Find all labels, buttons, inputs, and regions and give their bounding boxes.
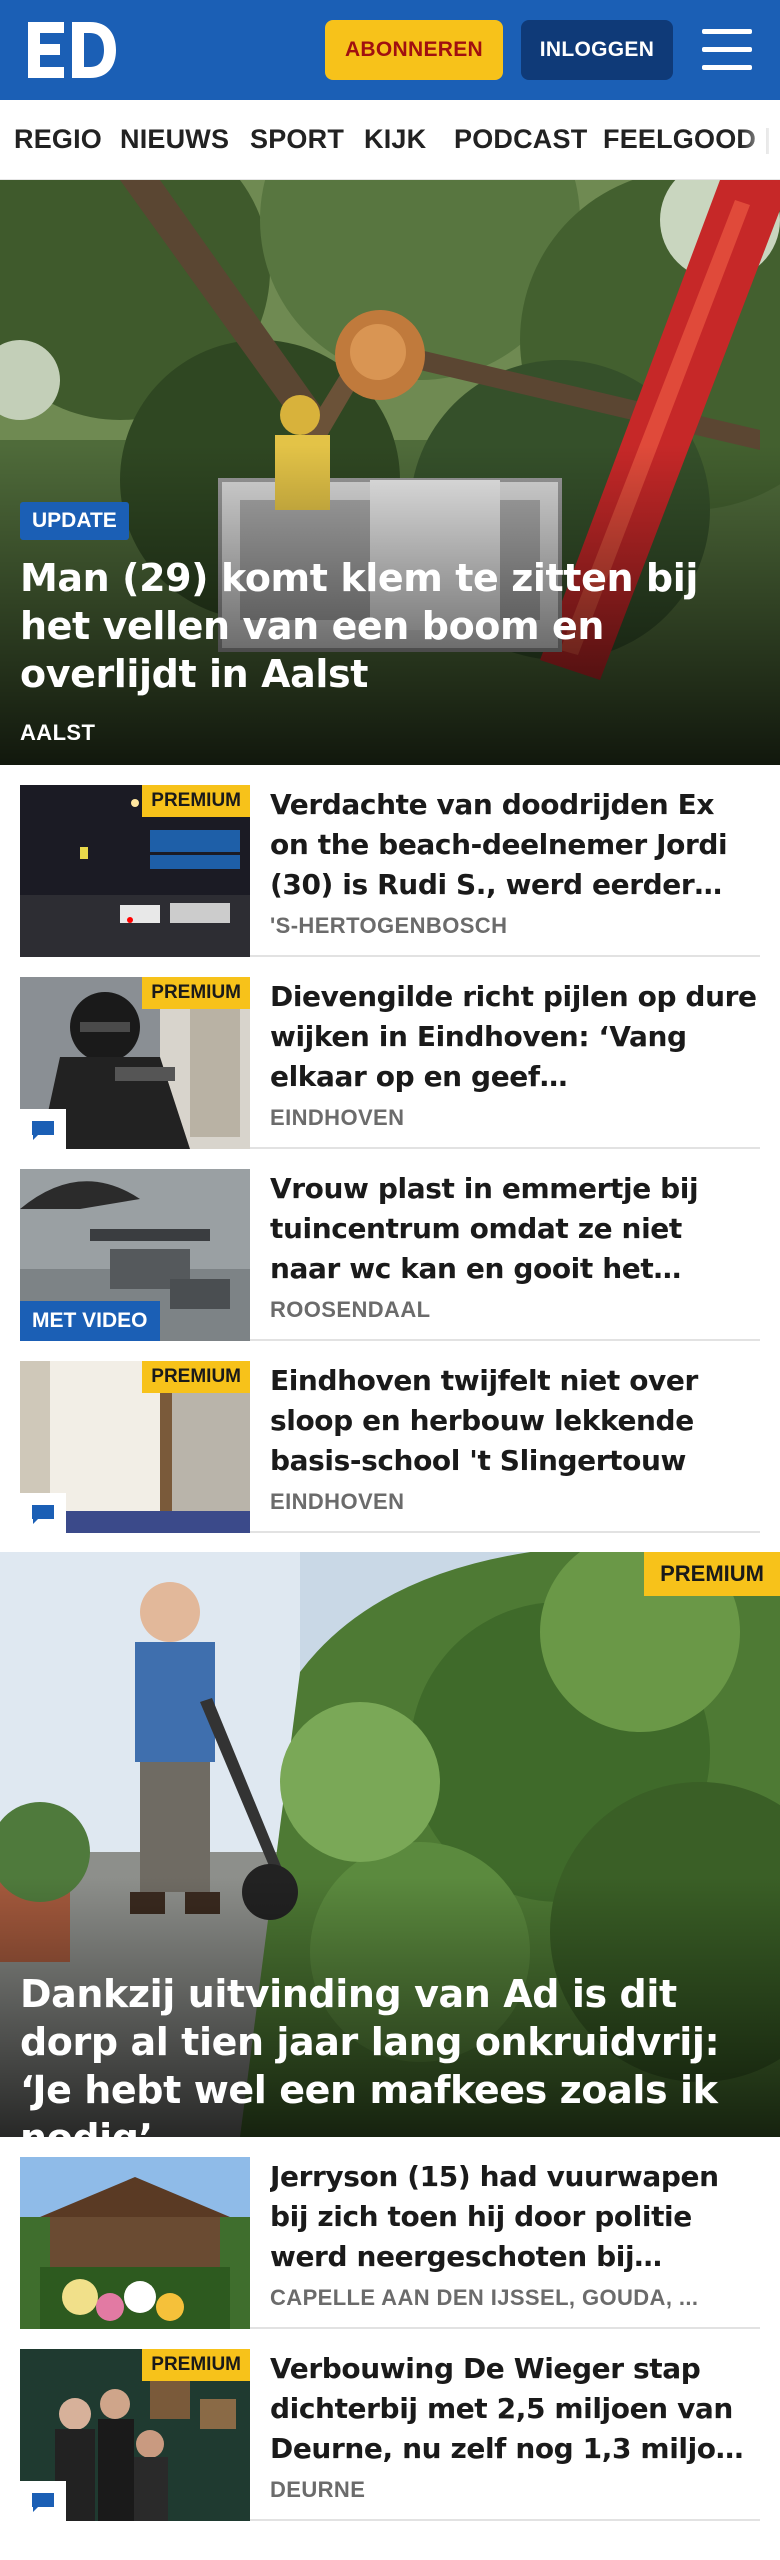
nav-fade <box>740 100 780 179</box>
hero-article[interactable]: UPDATE Man (29) komt klem te zitten bij … <box>0 180 780 765</box>
list-item[interactable]: Jerryson (15) had vuurwapen bij zich toe… <box>20 2137 760 2329</box>
login-button[interactable]: INLOGGEN <box>521 20 673 80</box>
article-location: CAPELLE AAN DEN IJSSEL, GOUDA, ... <box>270 2285 699 2310</box>
article-title[interactable]: Eindhoven twijfelt niet over sloop en he… <box>270 1361 760 1481</box>
premium-badge: PREMIUM <box>644 1552 780 1596</box>
video-badge: MET VIDEO <box>20 1301 160 1341</box>
ed-logo[interactable] <box>26 18 118 82</box>
premium-badge: PREMIUM <box>142 785 250 817</box>
article-location: DEURNE <box>270 2477 366 2502</box>
premium-badge: PREMIUM <box>142 1361 250 1393</box>
article-title[interactable]: Verdachte van doodrijden Ex on the beach… <box>270 785 760 905</box>
comments-icon <box>20 1493 66 1533</box>
article-location: EINDHOVEN <box>270 1489 405 1514</box>
ed-logo-mark <box>28 22 116 78</box>
article-location: ROOSENDAAL <box>270 1297 431 1322</box>
article-thumbnail: PREMIUM <box>20 977 250 1149</box>
premium-badge: PREMIUM <box>142 977 250 1009</box>
nav-item-kijk[interactable]: KIJK <box>364 124 426 155</box>
subscribe-button[interactable]: ABONNEREN <box>325 20 503 80</box>
hero-title[interactable]: Man (29) komt klem te zitten bij het vel… <box>20 554 740 698</box>
list-item[interactable]: PREMIUM Eindhoven twijfelt niet over slo… <box>20 1341 760 1533</box>
comments-icon <box>20 1109 66 1149</box>
nav-item-podcast[interactable]: PODCAST <box>454 124 587 155</box>
article-title[interactable]: Jerryson (15) had vuurwapen bij zich toe… <box>270 2157 760 2277</box>
site-header: ABONNEREN INLOGGEN <box>0 0 780 100</box>
hamburger-menu-icon[interactable] <box>700 25 754 75</box>
article-location: EINDHOVEN <box>270 1105 405 1130</box>
update-badge: UPDATE <box>20 502 129 540</box>
article-title[interactable]: Dievengilde richt pijlen op dure wijken … <box>270 977 760 1097</box>
nav-item-nieuws[interactable]: NIEUWS <box>120 124 229 155</box>
comments-icon <box>20 2481 66 2521</box>
article-title[interactable]: Verbouwing De Wieger stap dichterbij met… <box>270 2349 760 2469</box>
hero-location: AALST <box>20 720 96 745</box>
menu-bar <box>702 65 752 70</box>
premium-badge: PREMIUM <box>142 2349 250 2381</box>
list-item[interactable]: MET VIDEO Vrouw plast in emmertje bij tu… <box>20 1149 760 1341</box>
feature-title[interactable]: Dankzij uitvinding van Ad is dit dorp al… <box>20 1970 760 2137</box>
article-thumbnail: MET VIDEO <box>20 1169 250 1341</box>
article-thumbnail: PREMIUM <box>20 1361 250 1533</box>
article-thumbnail <box>20 2157 250 2329</box>
menu-bar <box>702 47 752 52</box>
list-item[interactable]: PREMIUM Dievengilde richt pijlen op dure… <box>20 957 760 1149</box>
nav-item-sport[interactable]: SPORT <box>250 124 344 155</box>
article-location: 'S-HERTOGENBOSCH <box>270 913 508 938</box>
list-item[interactable]: PREMIUM Verdachte van doodrijden Ex on t… <box>20 765 760 957</box>
list-item[interactable]: PREMIUM Verbouwing De Wieger stap dichte… <box>20 2329 760 2521</box>
article-thumbnail: PREMIUM <box>20 2349 250 2521</box>
article-title[interactable]: Vrouw plast in emmertje bij tuincentrum … <box>270 1169 760 1289</box>
nav-item-feelgood[interactable]: FEELGOOD <box>603 124 756 155</box>
section-nav: REGIO NIEUWS SPORT KIJK PODCAST FEELGOOD <box>0 100 780 180</box>
article-thumbnail: PREMIUM <box>20 785 250 957</box>
nav-item-regio[interactable]: REGIO <box>14 124 102 155</box>
feature-article[interactable]: PREMIUM Dankzij uitvinding van Ad is dit… <box>0 1552 780 2137</box>
menu-bar <box>702 29 752 34</box>
